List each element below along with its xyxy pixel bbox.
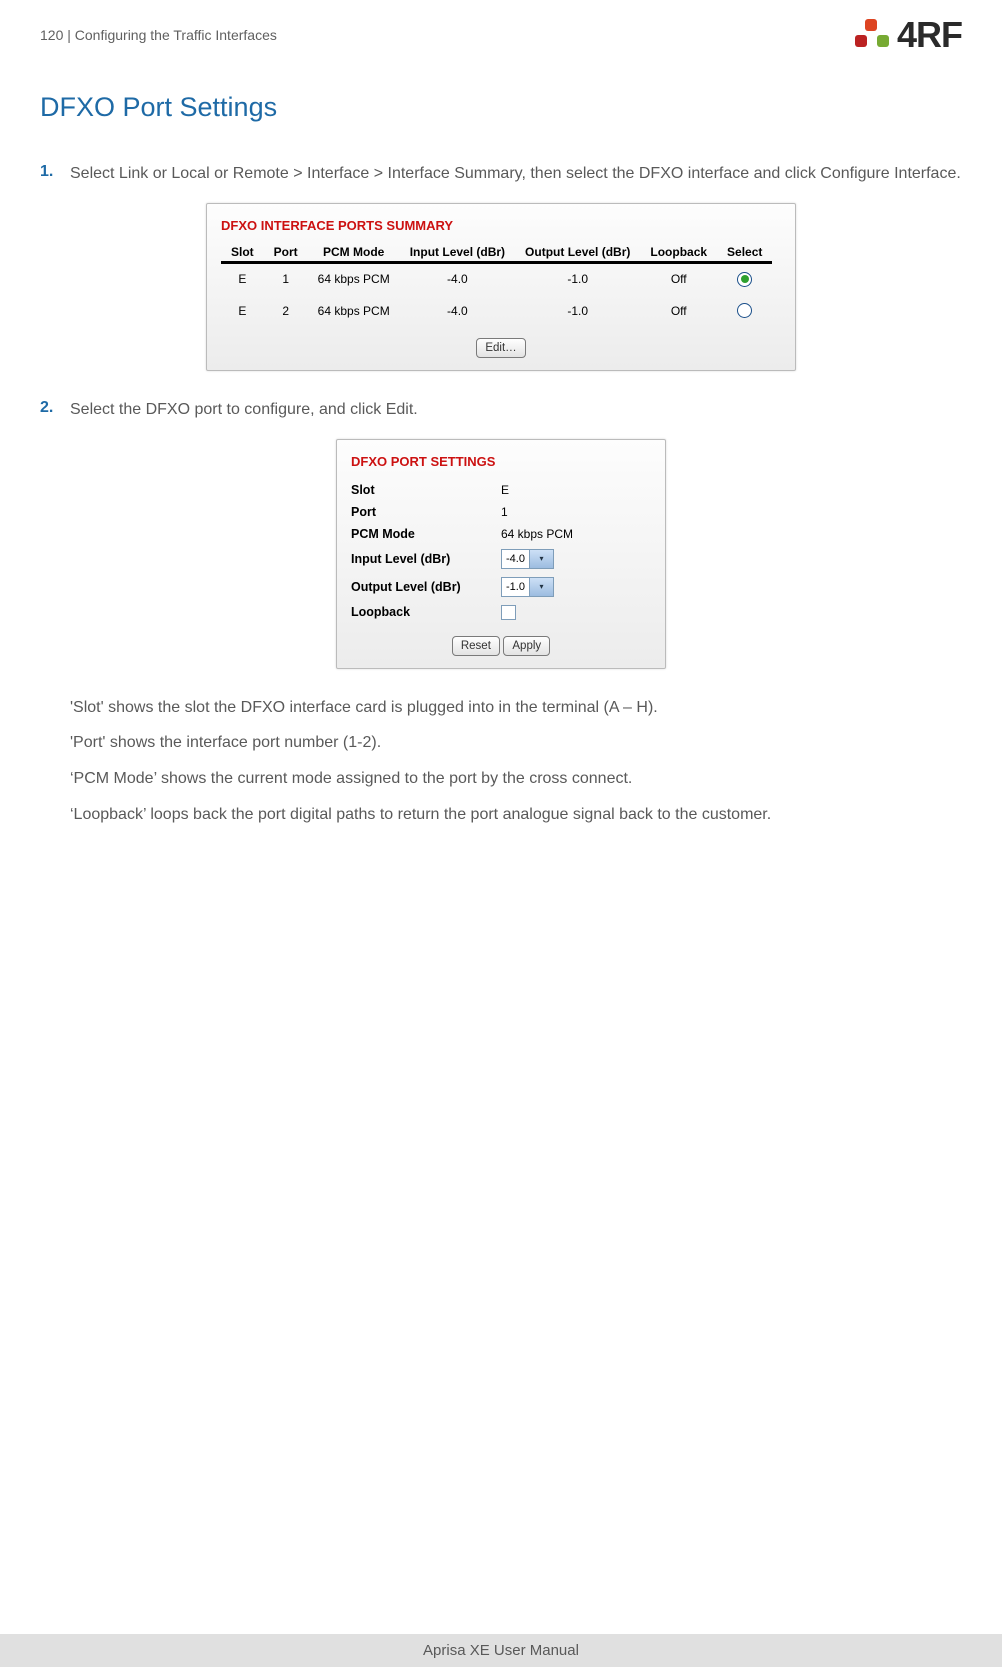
step-number: 1. xyxy=(40,163,70,185)
label-input: Input Level (dBr) xyxy=(351,552,501,566)
logo: 4RF xyxy=(851,14,962,56)
desc-port: 'Port' shows the interface port number (… xyxy=(40,732,962,754)
page-title: DFXO Port Settings xyxy=(40,92,962,123)
col-loopback: Loopback xyxy=(640,243,717,263)
table-row: E 2 64 kbps PCM -4.0 -1.0 Off xyxy=(221,295,772,326)
label-loopback: Loopback xyxy=(351,605,501,619)
label-slot: Slot xyxy=(351,483,501,497)
col-port: Port xyxy=(264,243,308,263)
table-row: E 1 64 kbps PCM -4.0 -1.0 Off xyxy=(221,262,772,295)
col-pcm-mode: PCM Mode xyxy=(308,243,400,263)
breadcrumb: 120 | Configuring the Traffic Interfaces xyxy=(40,27,277,43)
select-radio[interactable] xyxy=(737,272,752,287)
logo-text: 4RF xyxy=(897,14,962,56)
col-slot: Slot xyxy=(221,243,264,263)
value-pcm-mode: 64 kbps PCM xyxy=(501,527,573,541)
chevron-down-icon: ▾ xyxy=(529,578,553,596)
page-number: 120 xyxy=(40,27,63,43)
desc-slot: 'Slot' shows the slot the DFXO interface… xyxy=(40,697,962,719)
select-radio[interactable] xyxy=(737,303,752,318)
settings-panel: DFXO PORT SETTINGS Slot E Port 1 PCM Mod… xyxy=(336,439,666,669)
desc-pcm: ‘PCM Mode’ shows the current mode assign… xyxy=(40,768,962,790)
col-output: Output Level (dBr) xyxy=(515,243,640,263)
ports-table: Slot Port PCM Mode Input Level (dBr) Out… xyxy=(221,243,772,327)
label-port: Port xyxy=(351,505,501,519)
panel-title: DFXO PORT SETTINGS xyxy=(351,454,651,469)
value-slot: E xyxy=(501,483,509,497)
apply-button[interactable]: Apply xyxy=(503,636,550,656)
step-text: Select the DFXO port to configure, and c… xyxy=(70,399,962,421)
step-2: 2. Select the DFXO port to configure, an… xyxy=(40,399,962,421)
chevron-down-icon: ▾ xyxy=(529,550,553,568)
label-output: Output Level (dBr) xyxy=(351,580,501,594)
loopback-checkbox[interactable] xyxy=(501,605,516,620)
footer: Aprisa XE User Manual xyxy=(0,1634,1002,1667)
panel-title: DFXO INTERFACE PORTS SUMMARY xyxy=(221,218,781,233)
col-select: Select xyxy=(717,243,772,263)
step-number: 2. xyxy=(40,399,70,421)
step-text: Select Link or Local or Remote > Interfa… xyxy=(70,163,962,185)
description-block: 'Slot' shows the slot the DFXO interface… xyxy=(40,697,962,825)
summary-panel: DFXO INTERFACE PORTS SUMMARY Slot Port P… xyxy=(206,203,796,372)
page-header: 120 | Configuring the Traffic Interfaces… xyxy=(40,14,962,56)
output-level-select[interactable]: -1.0 ▾ xyxy=(501,577,554,597)
edit-button[interactable]: Edit… xyxy=(476,338,525,358)
logo-icon xyxy=(851,15,891,55)
label-pcm-mode: PCM Mode xyxy=(351,527,501,541)
value-port: 1 xyxy=(501,505,508,519)
step-1: 1. Select Link or Local or Remote > Inte… xyxy=(40,163,962,185)
input-level-select[interactable]: -4.0 ▾ xyxy=(501,549,554,569)
reset-button[interactable]: Reset xyxy=(452,636,500,656)
desc-loopback: ‘Loopback’ loops back the port digital p… xyxy=(40,804,962,826)
col-input: Input Level (dBr) xyxy=(400,243,515,263)
